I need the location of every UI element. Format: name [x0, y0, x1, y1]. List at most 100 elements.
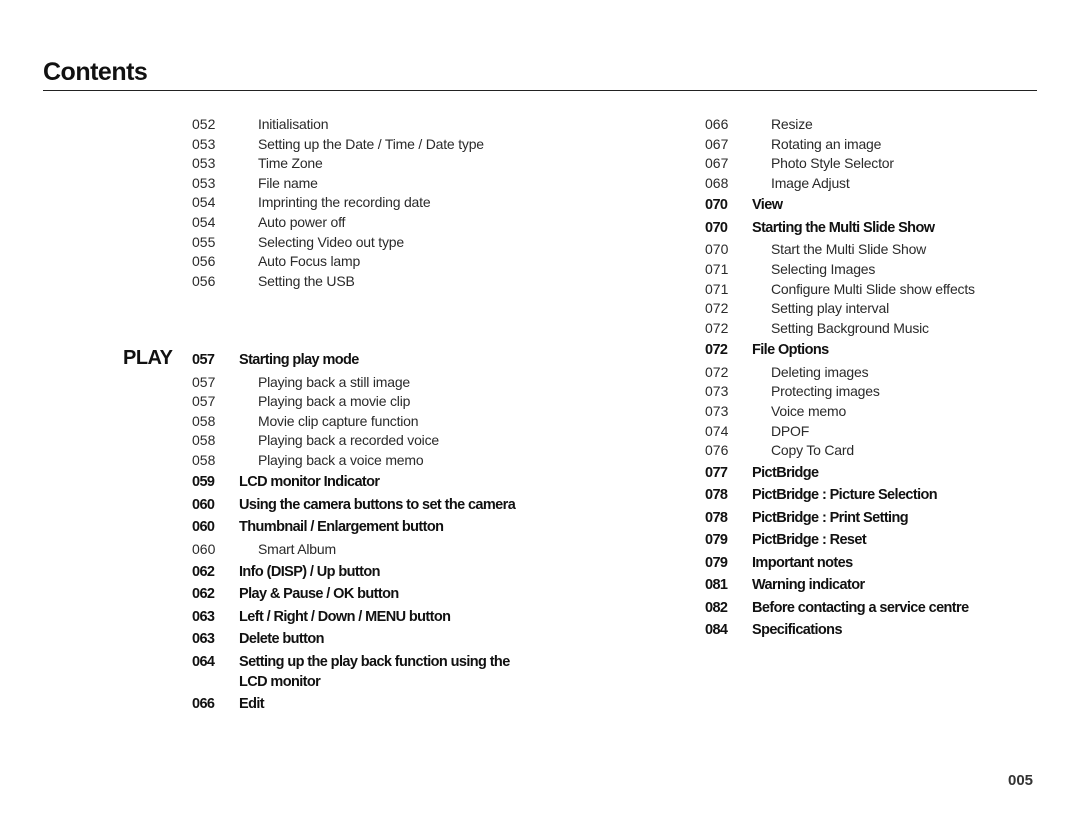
toc-entry-title: Start the Multi Slide Show [771, 241, 927, 258]
toc-sub-entry[interactable]: 052 Initialisation [192, 115, 484, 135]
toc-sub-entry[interactable]: 058 Playing back a voice memo [192, 451, 524, 471]
toc-sub-entry[interactable]: 054 Auto power off [192, 213, 484, 233]
toc-sub-entry[interactable]: 070 Start the Multi Slide Show [705, 240, 975, 260]
toc-entry-title: Specifications [752, 622, 843, 639]
toc-heading-entry[interactable]: 084 Specifications [705, 620, 975, 640]
toc-page-number: 070 [705, 219, 728, 236]
toc-sub-entry[interactable]: 057 Playing back a movie clip [192, 392, 524, 412]
toc-heading-entry[interactable]: 062 Info (DISP) / Up button [192, 562, 524, 582]
toc-entry-title: Thumbnail / Enlargement button [239, 519, 444, 536]
toc-sub-entry[interactable]: 074 DPOF [705, 422, 975, 442]
toc-sub-entry[interactable]: 053 Setting up the Date / Time / Date typ… [192, 135, 484, 155]
toc-sub-entry[interactable]: 067 Rotating an image [705, 135, 975, 155]
toc-entry-title: Starting the Multi Slide Show [752, 219, 935, 236]
toc-heading-entry[interactable]: 060 Thumbnail / Enlargement button [192, 517, 524, 537]
toc-sub-entry[interactable]: 053 Time Zone [192, 154, 484, 174]
toc-heading-entry[interactable]: 079 PictBridge : Reset [705, 530, 975, 550]
toc-entry-title: Setting the USB [258, 272, 355, 289]
toc-heading-entry[interactable]: 072 File Options [705, 340, 975, 360]
toc-entry-title: Info (DISP) / Up button [239, 563, 380, 580]
toc-heading-entry[interactable]: 078 PictBridge : Picture Selection [705, 485, 975, 505]
toc-sub-entry[interactable]: 060 Smart Album [192, 540, 524, 560]
toc-entry-title: Selecting Video out type [258, 233, 404, 250]
toc-sub-entry[interactable]: 073 Protecting images [705, 382, 975, 402]
toc-heading-entry[interactable]: 078 PictBridge : Print Setting [705, 508, 975, 528]
toc-entry-title: Left / Right / Down / MENU button [239, 608, 451, 625]
toc-page-number: 068 [705, 174, 729, 191]
toc-entry-title: Starting play mode [239, 352, 359, 368]
toc-heading-entry[interactable]: 081 Warning indicator [705, 575, 975, 595]
toc-entry-title: Playing back a movie clip [258, 393, 411, 410]
toc-entry-title: PictBridge [752, 464, 819, 481]
toc-sub-entry[interactable]: 068 Image Adjust [705, 174, 975, 194]
toc-page-number: 066 [705, 116, 729, 132]
toc-entry-title: Resize [771, 116, 813, 132]
left-column-play-section: 057 Starting play mode 057 Playing back a s… [192, 348, 524, 717]
toc-heading-entry[interactable]: 057 Starting play mode [192, 350, 524, 370]
toc-entry-title: Setting up the play back function using … [239, 653, 510, 690]
toc-heading-entry[interactable]: 070 View [705, 195, 975, 215]
toc-heading-entry[interactable]: 070 Starting the Multi Slide Show [705, 218, 975, 238]
toc-sub-entry[interactable]: 067 Photo Style Selector [705, 154, 975, 174]
toc-entry-title: Auto Focus lamp [258, 253, 361, 270]
toc-entry-title: Image Adjust [771, 174, 850, 191]
toc-entry-title: Configure Multi Slide show effects [771, 280, 975, 297]
toc-page-number: 071 [705, 260, 729, 277]
toc-entry-title: Important notes [752, 554, 853, 571]
toc-sub-entry[interactable]: 053 File name [192, 174, 484, 194]
toc-entry-title: Using the camera buttons to set the came… [239, 496, 516, 513]
toc-heading-entry[interactable]: 079 Important notes [705, 553, 975, 573]
toc-page-number: 072 [705, 319, 729, 336]
toc-entry-title: Copy To Card [771, 442, 854, 459]
toc-sub-entry[interactable]: 076 Copy To Card [705, 441, 975, 461]
toc-page-number: 067 [705, 155, 729, 172]
toc-heading-entry[interactable]: 082 Before contacting a service centre [705, 598, 975, 618]
toc-entry-title: Selecting Images [771, 260, 876, 277]
toc-sub-entry[interactable]: 071 Selecting Images [705, 260, 975, 280]
toc-sub-entry[interactable]: 072 Setting play interval [705, 299, 975, 319]
toc-sub-entry[interactable]: 066 Resize [705, 115, 975, 135]
toc-heading-entry[interactable]: 062 Play & Pause / OK button [192, 584, 524, 604]
toc-page-number: 054 [192, 213, 216, 230]
toc-entry-title: Voice memo [771, 403, 847, 420]
left-column-pre-section: 052 Initialisation 053 Setting up the Date … [192, 115, 484, 291]
toc-page-number: 062 [192, 563, 215, 580]
toc-page-number: 063 [192, 608, 215, 625]
toc-page-number: 066 [192, 696, 215, 713]
toc-page-number: 071 [705, 280, 729, 297]
toc-sub-entry[interactable]: 056 Auto Focus lamp [192, 252, 484, 272]
toc-entry-title: Setting up the Date / Time / Date type [258, 135, 484, 152]
toc-entry-title: Imprinting the recording date [258, 194, 431, 211]
toc-page-number: 060 [192, 519, 215, 536]
toc-heading-entry[interactable]: 063 Left / Right / Down / MENU button [192, 607, 524, 627]
toc-sub-entry[interactable]: 071 Configure Multi Slide show effects [705, 280, 975, 300]
section-label-play: PLAY [123, 347, 173, 369]
toc-heading-entry[interactable]: 077 PictBridge [705, 463, 975, 483]
toc-sub-entry[interactable]: 073 Voice memo [705, 402, 975, 422]
toc-entry-title: Setting play interval [771, 300, 889, 317]
toc-heading-entry[interactable]: 064 Setting up the play back function usi… [192, 652, 524, 692]
toc-entry-title: PictBridge : Picture Selection [752, 487, 938, 504]
toc-page-number: 084 [705, 622, 728, 639]
toc-sub-entry[interactable]: 058 Movie clip capture function [192, 412, 524, 432]
title-divider [43, 90, 1037, 91]
toc-sub-entry[interactable]: 056 Setting the USB [192, 272, 484, 292]
toc-sub-entry[interactable]: 055 Selecting Video out type [192, 233, 484, 253]
toc-page-number: 063 [192, 631, 215, 648]
toc-page-number: 060 [192, 496, 215, 513]
toc-entry-title: Play & Pause / OK button [239, 586, 399, 603]
toc-sub-entry[interactable]: 057 Playing back a still image [192, 373, 524, 393]
toc-entry-title: LCD monitor Indicator [239, 474, 380, 491]
toc-entry-title: File Options [752, 342, 829, 359]
toc-sub-entry[interactable]: 054 Imprinting the recording date [192, 193, 484, 213]
toc-sub-entry[interactable]: 058 Playing back a recorded voice [192, 431, 524, 451]
toc-page-number: 072 [705, 363, 729, 380]
toc-entry-title: Auto power off [258, 213, 346, 230]
toc-page-number: 079 [705, 532, 728, 549]
toc-heading-entry[interactable]: 059 LCD monitor Indicator [192, 472, 524, 492]
toc-heading-entry[interactable]: 063 Delete button [192, 629, 524, 649]
toc-sub-entry[interactable]: 072 Setting Background Music [705, 319, 975, 339]
toc-heading-entry[interactable]: 066 Edit [192, 694, 524, 714]
toc-sub-entry[interactable]: 072 Deleting images [705, 363, 975, 383]
toc-heading-entry[interactable]: 060 Using the camera buttons to set the c… [192, 495, 524, 515]
